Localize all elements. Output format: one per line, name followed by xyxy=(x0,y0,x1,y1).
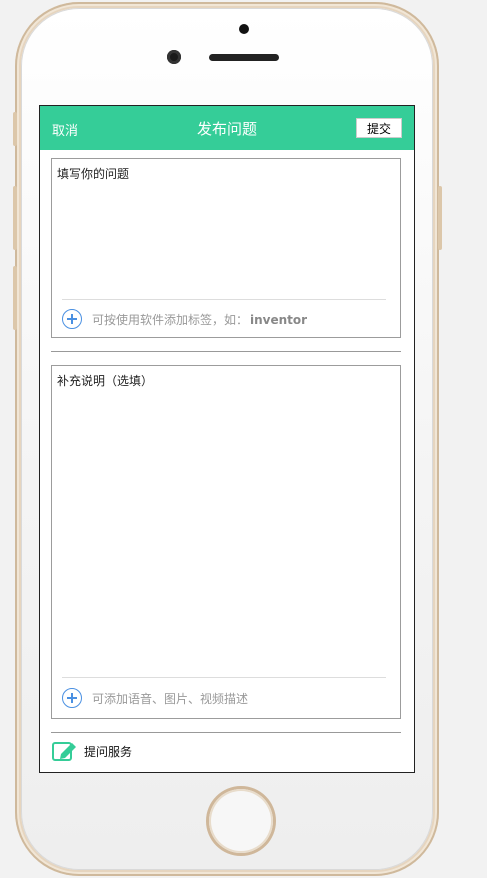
divider xyxy=(62,299,386,300)
tag-example: inventor xyxy=(250,312,308,327)
details-placeholder: 补充说明（选填） xyxy=(57,374,154,388)
service-label: 提问服务 xyxy=(84,744,133,759)
tag-hint: 可按使用软件添加标签，如： inventor xyxy=(92,312,308,327)
camera-icon xyxy=(239,24,249,34)
submit-button[interactable]: 提交 xyxy=(356,118,402,138)
home-button[interactable] xyxy=(209,789,273,853)
section-divider xyxy=(51,351,401,352)
edit-icon xyxy=(52,740,78,762)
volume-down-button[interactable] xyxy=(13,266,17,330)
details-input[interactable]: 补充说明（选填） 可添加语音、图片、视频描述 xyxy=(51,365,401,719)
ask-service-button[interactable]: 提问服务 xyxy=(52,740,132,762)
power-button[interactable] xyxy=(438,186,442,250)
question-input[interactable]: 填写你的问题 可按使用软件添加标签，如： inventor xyxy=(51,158,401,338)
add-media-plus-icon[interactable] xyxy=(62,688,82,708)
mute-switch[interactable] xyxy=(13,112,17,146)
add-tag-plus-icon[interactable] xyxy=(62,309,82,329)
add-tag-row: 可按使用软件添加标签，如： inventor xyxy=(62,309,307,329)
add-media-row: 可添加语音、图片、视频描述 xyxy=(62,688,248,708)
volume-up-button[interactable] xyxy=(13,186,17,250)
question-placeholder: 填写你的问题 xyxy=(57,167,130,181)
media-hint: 可添加语音、图片、视频描述 xyxy=(92,691,249,706)
app-screen: 取消 发布问题 提交 填写你的问题 可按使用软件添加标签，如： inventor … xyxy=(39,105,415,773)
speaker-grille xyxy=(209,54,279,61)
front-camera-icon xyxy=(167,50,181,64)
section-divider xyxy=(51,732,401,733)
top-bar: 取消 发布问题 提交 xyxy=(40,106,414,150)
divider xyxy=(62,677,386,678)
